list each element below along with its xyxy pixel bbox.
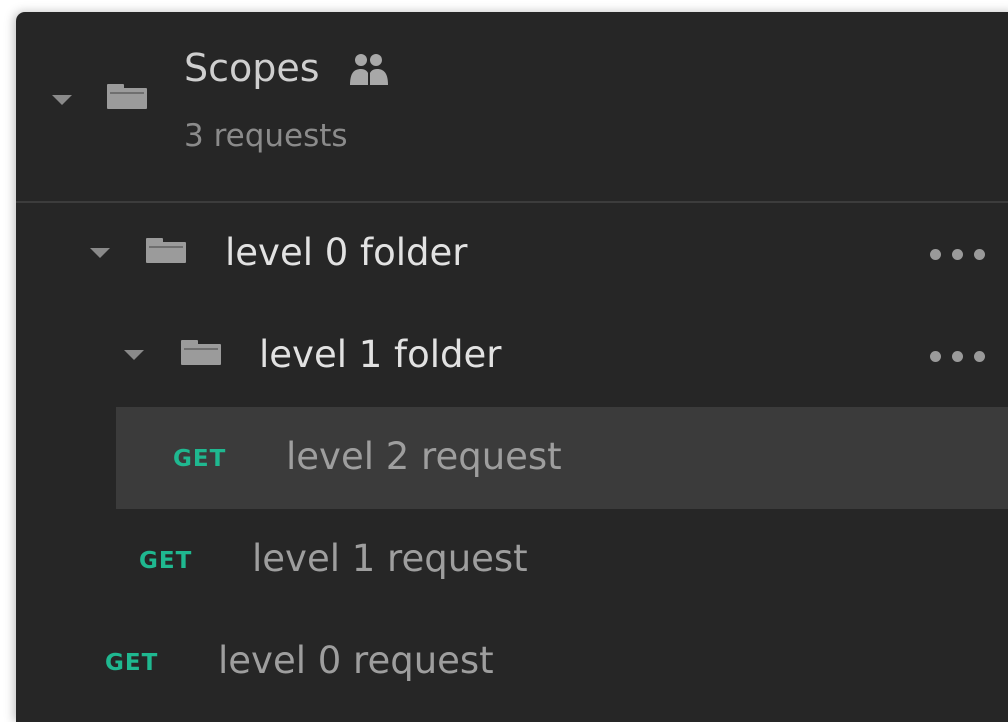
caret-down-icon[interactable] <box>124 350 144 360</box>
caret-down-icon[interactable] <box>52 95 72 105</box>
request-label: level 2 request <box>286 435 562 478</box>
method-badge: GET <box>105 650 159 676</box>
sidebar-panel: Scopes 3 requests level 0 folder level 1… <box>16 12 1008 722</box>
collection-header[interactable]: Scopes 3 requests <box>16 12 1008 201</box>
folder-label: level 0 folder <box>225 231 468 274</box>
method-badge: GET <box>173 446 227 472</box>
tree-item-level-2-request[interactable]: GET level 2 request <box>116 407 1008 509</box>
folder-icon <box>181 340 221 365</box>
request-count: 3 requests <box>184 118 348 154</box>
more-icon[interactable] <box>930 249 988 261</box>
request-label: level 1 request <box>252 537 528 580</box>
tree-item-level-1-folder[interactable]: level 1 folder <box>16 305 1008 407</box>
more-icon[interactable] <box>930 351 988 363</box>
tree-item-level-0-folder[interactable]: level 0 folder <box>16 203 1008 305</box>
folder-icon <box>107 84 147 109</box>
caret-down-icon[interactable] <box>90 248 110 258</box>
tree-item-level-0-request[interactable]: GET level 0 request <box>16 611 1008 713</box>
request-label: level 0 request <box>218 639 494 682</box>
method-badge: GET <box>139 548 193 574</box>
folder-label: level 1 folder <box>259 333 502 376</box>
people-icon <box>350 54 388 85</box>
collection-name: Scopes <box>184 46 320 90</box>
tree-item-level-1-request[interactable]: GET level 1 request <box>16 509 1008 611</box>
folder-icon <box>146 238 186 263</box>
